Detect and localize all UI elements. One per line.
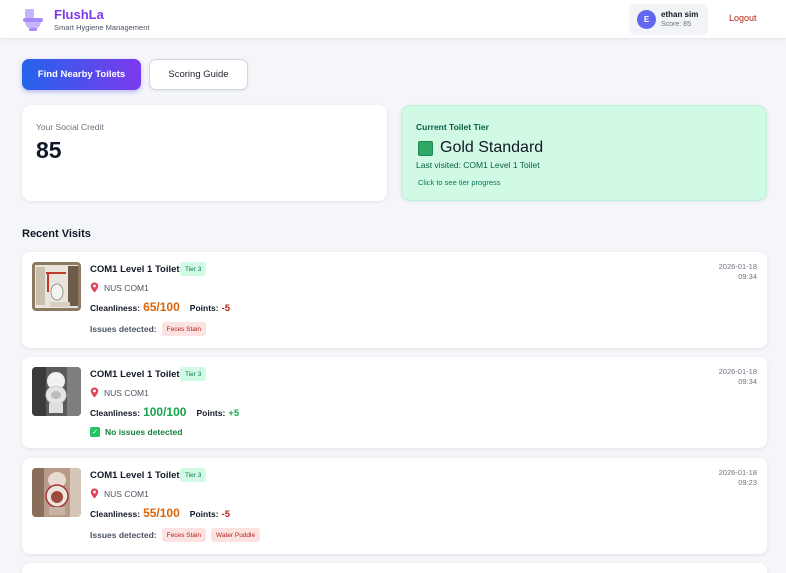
issue-tag: Water Puddle bbox=[210, 528, 261, 542]
visit-time: 09:34 bbox=[738, 272, 757, 281]
visit-date: 2026-01-18 bbox=[718, 367, 757, 376]
current-tier-card[interactable]: Current Toilet Tier Gold Standard Last v… bbox=[401, 105, 767, 201]
cleanliness-label: Cleanliness: bbox=[90, 303, 141, 313]
visit-timestamp: 2026-01-18 09:23 bbox=[719, 468, 757, 488]
checkmark-icon: ✓ bbox=[90, 427, 100, 437]
issues-line: Issues detected: Feces Stain Water Puddl… bbox=[90, 528, 261, 542]
last-visited-text: Last visited: COM1 Level 1 Toilet bbox=[416, 160, 540, 170]
visit-location: NUS COM1 bbox=[90, 282, 149, 293]
social-credit-card: Your Social Credit 85 bbox=[22, 105, 387, 201]
social-credit-label: Your Social Credit bbox=[36, 122, 104, 132]
cleanliness-value: 65/100 bbox=[143, 300, 180, 314]
points-value: -5 bbox=[221, 303, 231, 314]
logout-button[interactable]: Logout bbox=[729, 13, 757, 23]
user-name: ethan sim bbox=[661, 10, 699, 19]
visit-timestamp: 2026-01-18 09:34 bbox=[719, 367, 757, 387]
location-pin-icon bbox=[90, 282, 99, 293]
issues-line: Issues detected: Feces Stain bbox=[90, 322, 206, 336]
cleanliness-value: 55/100 bbox=[143, 506, 180, 520]
visit-location: NUS COM1 bbox=[90, 387, 149, 398]
visit-title: COM1 Level 1 Toilet bbox=[90, 369, 180, 380]
location-pin-icon bbox=[90, 387, 99, 398]
top-header: FlushLa Smart Hygiene Management E ethan… bbox=[0, 0, 786, 39]
visit-location-text: NUS COM1 bbox=[104, 282, 149, 293]
visit-title: COM1 Level 1 Toilet bbox=[90, 470, 180, 481]
points-label: Points: bbox=[189, 303, 219, 313]
user-profile-chip[interactable]: E ethan sim Score: 85 bbox=[629, 4, 708, 35]
visit-time: 09:23 bbox=[738, 478, 757, 487]
no-issues-text: No issues detected bbox=[105, 427, 183, 437]
tier-badge: Tier 3 bbox=[180, 468, 207, 482]
tier-name: Gold Standard bbox=[440, 139, 544, 156]
visit-card[interactable]: COM1 Level 1 Toilet Tier 3 NUS COM1 Clea… bbox=[22, 252, 767, 348]
cleanliness-value: 100/100 bbox=[143, 405, 187, 419]
visit-time: 09:34 bbox=[738, 377, 757, 386]
visit-card[interactable]: COM1 Level 1 Toilet Tier 3 NUS COM1 Clea… bbox=[22, 458, 767, 554]
visit-title: COM1 Level 1 Toilet bbox=[90, 264, 180, 275]
scoring-guide-button[interactable]: Scoring Guide bbox=[149, 59, 248, 90]
tier-badge: Tier 3 bbox=[180, 262, 207, 276]
visit-score-line: Cleanliness: 55/100 Points: -5 bbox=[90, 506, 230, 520]
app-name: FlushLa bbox=[54, 7, 104, 22]
points-label: Points: bbox=[189, 509, 219, 519]
toilet-photo bbox=[32, 367, 81, 416]
toilet-photo bbox=[32, 468, 81, 517]
visit-timestamp: 2026-01-18 09:34 bbox=[719, 262, 757, 282]
visit-score-line: Cleanliness: 100/100 Points: +5 bbox=[90, 405, 239, 419]
points-value: +5 bbox=[228, 408, 240, 419]
recent-visits-heading: Recent Visits bbox=[22, 228, 91, 240]
location-pin-icon bbox=[90, 488, 99, 499]
visit-score-line: Cleanliness: 65/100 Points: -5 bbox=[90, 300, 230, 314]
points-value: -5 bbox=[221, 509, 231, 520]
tier-badge: Tier 3 bbox=[180, 367, 207, 381]
find-nearby-toilets-button[interactable]: Find Nearby Toilets bbox=[22, 59, 141, 90]
cleanliness-label: Cleanliness: bbox=[90, 509, 141, 519]
social-credit-value: 85 bbox=[36, 137, 62, 163]
points-label: Points: bbox=[196, 408, 226, 418]
app-tagline: Smart Hygiene Management bbox=[54, 23, 150, 32]
tier-progress-link[interactable]: Click to see tier progress bbox=[418, 178, 501, 187]
visit-date: 2026-01-18 bbox=[718, 262, 757, 271]
visit-location-text: NUS COM1 bbox=[104, 387, 149, 398]
toilet-photo bbox=[32, 262, 81, 311]
issues-label: Issues detected: bbox=[90, 324, 157, 334]
user-score: Score: 85 bbox=[661, 21, 691, 28]
avatar: E bbox=[637, 10, 656, 29]
issue-tag: Feces Stain bbox=[161, 528, 206, 542]
issues-label: Issues detected: bbox=[90, 530, 157, 540]
toilet-logo-icon bbox=[23, 9, 43, 31]
cleanliness-label: Cleanliness: bbox=[90, 408, 141, 418]
visit-location-text: NUS COM1 bbox=[104, 488, 149, 499]
visit-card-partial[interactable] bbox=[22, 563, 767, 573]
no-issues-line: ✓ No issues detected bbox=[90, 427, 182, 437]
green-square-icon bbox=[418, 141, 433, 156]
visit-card[interactable]: COM1 Level 1 Toilet Tier 3 NUS COM1 Clea… bbox=[22, 357, 767, 448]
visit-date: 2026-01-18 bbox=[718, 468, 757, 477]
tier-label: Current Toilet Tier bbox=[416, 122, 489, 132]
visit-location: NUS COM1 bbox=[90, 488, 149, 499]
issue-tag: Feces Stain bbox=[161, 322, 206, 336]
